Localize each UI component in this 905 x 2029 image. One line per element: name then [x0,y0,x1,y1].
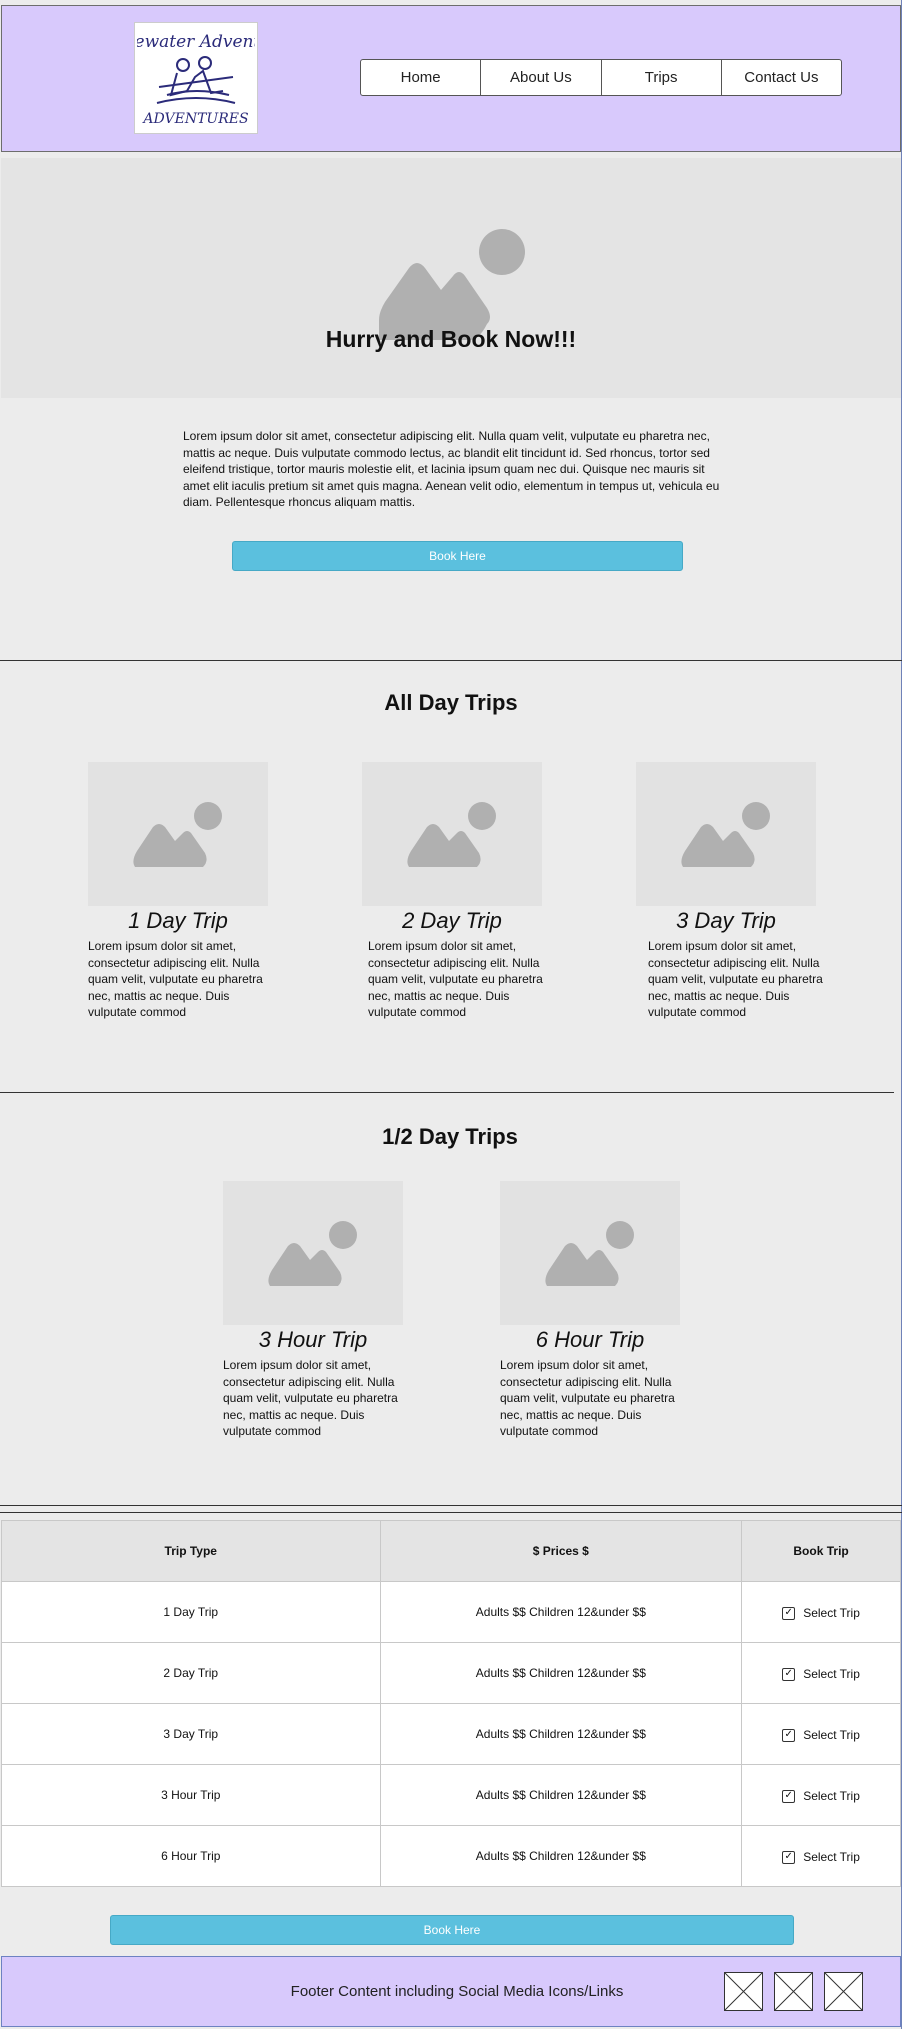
logo[interactable]: Whitewater Adventures ADVENTURES [134,22,258,134]
hero-title: Hurry and Book Now!!! [325,326,577,352]
column-header-prices: $ Prices $ [379,1520,743,1582]
social-media-icon[interactable] [824,1972,863,2011]
select-trip-checkbox[interactable]: ✓ Select Trip [782,1850,860,1864]
site-header: Whitewater Adventures ADVENTURES Home Ab… [1,5,901,152]
table-header-row: Trip Type $ Prices $ Book Trip [1,1520,901,1582]
nav-home[interactable]: Home [361,60,482,95]
footer-text: Footer Content including Social Media Ic… [290,1983,624,2000]
all-day-trips-title: All Day Trips [384,690,518,715]
logo-image: Whitewater Adventures ADVENTURES [137,32,255,127]
select-trip-checkbox[interactable]: ✓ Select Trip [782,1667,860,1681]
trip-type-cell: 6 Hour Trip [1,1825,381,1887]
select-trip-checkbox[interactable]: ✓ Select Trip [782,1789,860,1803]
pricing-table: Trip Type $ Prices $ Book Trip 1 Day Tri… [1,1520,901,1887]
trip-image-placeholder-icon[interactable] [636,762,816,906]
card-text-3-day: Lorem ipsum dolor sit amet, consectetur … [648,939,823,1019]
checkbox-checked-icon[interactable]: ✓ [782,1606,796,1620]
hero-banner: Hurry and Book Now!!! [1,158,901,398]
checkbox-checked-icon[interactable]: ✓ [782,1850,796,1864]
book-here-button-bottom[interactable]: Book Here [110,1915,794,1945]
nav-contact-us[interactable]: Contact Us [722,60,841,95]
divider [0,1505,902,1506]
trip-type-cell: 1 Day Trip [1,1581,381,1643]
price-cell: Adults $$ Children 12&under $$ [379,1642,743,1704]
intro-paragraph: Lorem ipsum dolor sit amet, consectetur … [183,429,720,509]
select-trip-label: Select Trip [803,1606,860,1620]
trip-image-placeholder-icon[interactable] [500,1181,680,1325]
trip-type-cell: 3 Hour Trip [1,1764,381,1826]
select-trip-label: Select Trip [803,1850,860,1864]
checkbox-checked-icon[interactable]: ✓ [782,1728,796,1742]
divider [0,660,902,661]
card-title-1-day: 1 Day Trip [128,908,228,933]
select-trip-checkbox[interactable]: ✓ Select Trip [782,1606,860,1620]
price-cell: Adults $$ Children 12&under $$ [379,1581,743,1643]
table-row: 3 Day Trip Adults $$ Children 12&under $… [1,1703,901,1765]
divider [0,1512,902,1513]
nav-trips[interactable]: Trips [602,60,722,95]
card-title-3-hour: 3 Hour Trip [258,1327,368,1352]
checkbox-checked-icon[interactable]: ✓ [782,1667,796,1681]
card-title-6-hour: 6 Hour Trip [535,1327,645,1352]
checkbox-checked-icon[interactable]: ✓ [782,1789,796,1803]
card-title-3-day: 3 Day Trip [676,908,776,933]
price-cell: Adults $$ Children 12&under $$ [379,1825,743,1887]
trip-image-placeholder-icon[interactable] [223,1181,403,1325]
trip-image-placeholder-icon[interactable] [88,762,268,906]
card-text-2-day: Lorem ipsum dolor sit amet, consectetur … [368,939,543,1019]
trip-type-cell: 3 Day Trip [1,1703,381,1765]
divider [0,1092,894,1093]
trip-image-placeholder-icon[interactable] [362,762,542,906]
card-text-1-day: Lorem ipsum dolor sit amet, consectetur … [88,939,263,1019]
main-nav: Home About Us Trips Contact Us [360,59,842,96]
price-cell: Adults $$ Children 12&under $$ [379,1764,743,1826]
table-row: 1 Day Trip Adults $$ Children 12&under $… [1,1581,901,1643]
card-text-3-hour: Lorem ipsum dolor sit amet, consectetur … [223,1358,398,1438]
logo-text: Whitewater Adventures [137,32,255,52]
half-day-trips-title: 1/2 Day Trips [382,1124,518,1149]
select-trip-label: Select Trip [803,1789,860,1803]
card-title-2-day: 2 Day Trip [402,908,502,933]
table-row: 6 Hour Trip Adults $$ Children 12&under … [1,1825,901,1887]
select-trip-label: Select Trip [803,1667,860,1681]
column-header-trip-type: Trip Type [1,1520,381,1582]
card-text-6-hour: Lorem ipsum dolor sit amet, consectetur … [500,1358,675,1438]
nav-about-us[interactable]: About Us [481,60,602,95]
social-media-icon[interactable] [724,1972,763,2011]
trip-type-cell: 2 Day Trip [1,1642,381,1704]
svg-text:ADVENTURES: ADVENTURES [141,111,248,127]
site-footer: Footer Content including Social Media Ic… [1,1956,901,2027]
social-media-icon[interactable] [774,1972,813,2011]
price-cell: Adults $$ Children 12&under $$ [379,1703,743,1765]
select-trip-label: Select Trip [803,1728,860,1742]
select-trip-checkbox[interactable]: ✓ Select Trip [782,1728,860,1742]
column-header-book-trip: Book Trip [741,1520,901,1582]
book-here-button-top[interactable]: Book Here [232,541,683,571]
table-row: 3 Hour Trip Adults $$ Children 12&under … [1,1764,901,1826]
table-row: 2 Day Trip Adults $$ Children 12&under $… [1,1642,901,1704]
hero-image-placeholder-icon [379,229,525,340]
